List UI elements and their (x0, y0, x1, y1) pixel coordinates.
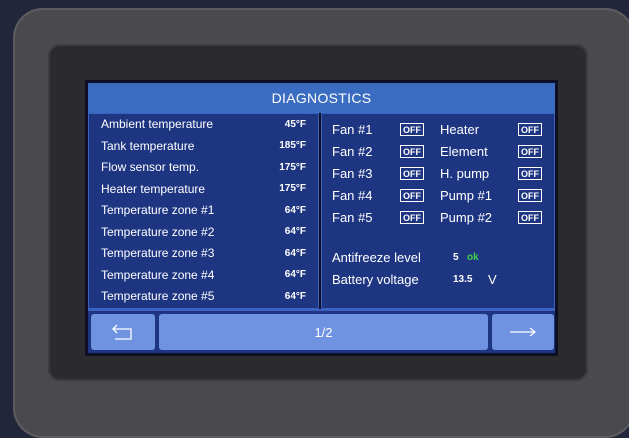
sensor-row-zone-4: Temperature zone #4 64°F (101, 265, 306, 285)
device-label: Fan #3 (332, 166, 373, 181)
h-pump-status-badge: OFF (518, 167, 542, 180)
sensor-label: Temperature zone #4 (101, 267, 215, 282)
device-label: Heater (440, 122, 480, 137)
device-row: Fan #2 OFF Element OFF (332, 142, 550, 162)
pump-2-status-badge: OFF (518, 211, 542, 224)
sensor-row-flow: Flow sensor temp. 175°F (101, 157, 306, 177)
sensor-row-zone-5: Temperature zone #5 64°F (101, 286, 306, 306)
device-label: Fan #5 (332, 210, 373, 225)
sensor-value: 45°F (284, 118, 306, 130)
sensor-value: 64°F (284, 204, 306, 216)
device-row: Fan #5 OFF Pump #2 OFF (332, 208, 550, 228)
sensor-label: Temperature zone #5 (101, 289, 215, 303)
device-label: Fan #1 (332, 122, 373, 137)
sensor-row-tank: Tank temperature 185°F (101, 136, 306, 156)
sensor-row-ambient: Ambient temperature 45°F (101, 114, 306, 134)
fan-5-status-badge: OFF (400, 211, 424, 224)
sensor-label: Flow sensor temp. (101, 160, 200, 174)
sensor-value: 64°F (284, 226, 306, 237)
sensor-value: 175°F (279, 161, 306, 173)
fan-1-status-badge: OFF (400, 123, 424, 136)
pump-1-status-badge: OFF (518, 189, 542, 202)
sensor-label: Temperature zone #2 (101, 224, 215, 239)
sensor-value: 185°F (279, 140, 306, 151)
sensor-label: Temperature zone #3 (101, 246, 215, 260)
page-indicator: 1/2 (159, 314, 488, 350)
fan-2-status-badge: OFF (400, 145, 424, 158)
sensor-value: 175°F (279, 183, 306, 194)
navigation-bar: 1/2 (88, 309, 555, 353)
sensor-label: Tank temperature (101, 138, 195, 153)
return-arrow-icon (112, 324, 132, 340)
sensor-row-zone-1: Temperature zone #1 64°F (101, 200, 306, 220)
sensor-panel: Ambient temperature 45°F Tank temperatur… (88, 113, 319, 309)
device-row: Fan #1 OFF Heater OFF (332, 120, 550, 140)
next-page-button[interactable] (492, 314, 554, 350)
device-status-panel: Fan #1 OFF Heater OFF Fan #2 OFF Element… (321, 113, 555, 309)
antifreeze-value: 5 (453, 252, 459, 263)
page-number: 1/2 (314, 324, 333, 340)
device-row: Fan #4 OFF Pump #1 OFF (332, 186, 550, 206)
sensor-row-heater: Heater temperature 175°F (101, 179, 306, 199)
fan-4-status-badge: OFF (400, 189, 424, 202)
sensor-value: 64°F (284, 269, 306, 280)
device-row: Fan #3 OFF H. pump OFF (332, 164, 550, 184)
element-status-badge: OFF (518, 145, 542, 158)
page-title: DIAGNOSTICS (88, 83, 555, 113)
device-label: Element (440, 144, 488, 159)
sensor-label: Temperature zone #1 (101, 203, 215, 217)
heater-status-badge: OFF (518, 123, 542, 136)
antifreeze-label: Antifreeze level (332, 250, 421, 265)
device-label: Pump #2 (440, 210, 493, 225)
device-label: Pump #1 (440, 188, 493, 203)
right-arrow-icon (510, 327, 536, 337)
sensor-value: 64°F (284, 290, 306, 302)
battery-unit: V (488, 272, 497, 287)
device-label: Fan #4 (332, 188, 373, 203)
battery-value: 13.5 (453, 274, 473, 285)
fan-3-status-badge: OFF (400, 167, 424, 180)
sensor-value: 64°F (284, 247, 306, 259)
lcd-screen: DIAGNOSTICS Ambient temperature 45°F Tan… (85, 80, 558, 356)
sensor-label: Heater temperature (101, 181, 206, 196)
sensor-row-zone-2: Temperature zone #2 64°F (101, 222, 306, 242)
battery-label: Battery voltage (332, 272, 419, 287)
sensor-label: Ambient temperature (101, 117, 214, 131)
sensor-row-zone-3: Temperature zone #3 64°F (101, 243, 306, 263)
device-label: H. pump (440, 166, 490, 181)
back-button[interactable] (91, 314, 155, 350)
device-label: Fan #2 (332, 144, 373, 159)
antifreeze-status: ok (467, 252, 479, 263)
